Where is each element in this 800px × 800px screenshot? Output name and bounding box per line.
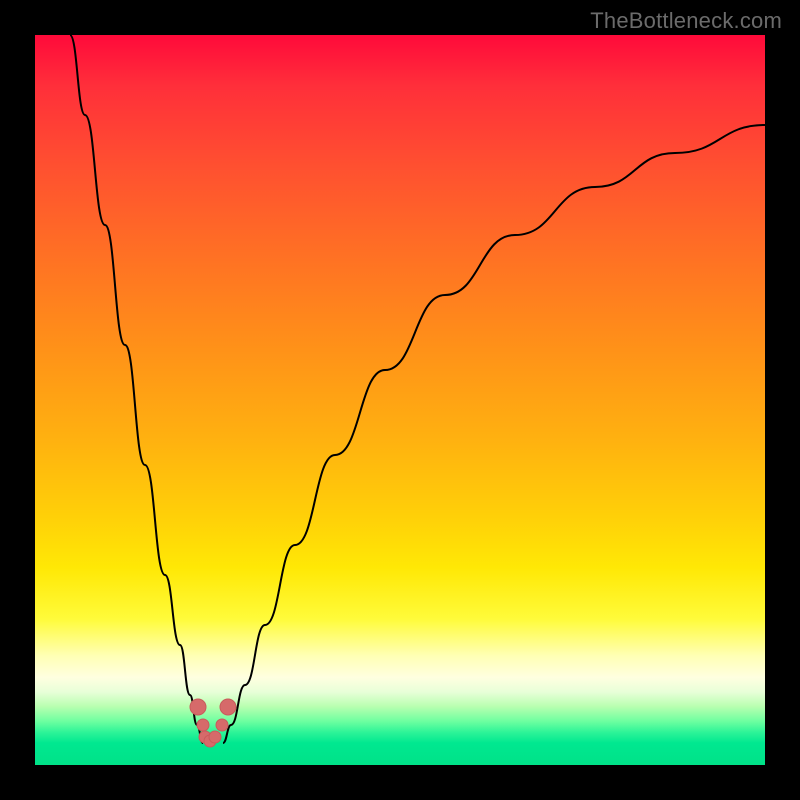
chart-svg: [35, 35, 765, 765]
outer-frame: TheBottleneck.com: [0, 0, 800, 800]
valley-marker: [220, 699, 236, 715]
valley-marker: [197, 719, 209, 731]
valley-marker-group: [190, 699, 236, 747]
curve-right-branch: [223, 125, 765, 743]
valley-marker: [216, 719, 228, 731]
valley-marker: [209, 731, 221, 743]
curve-left-branch: [70, 35, 203, 743]
valley-marker: [190, 699, 206, 715]
plot-area: [35, 35, 765, 765]
watermark-text: TheBottleneck.com: [590, 8, 782, 34]
